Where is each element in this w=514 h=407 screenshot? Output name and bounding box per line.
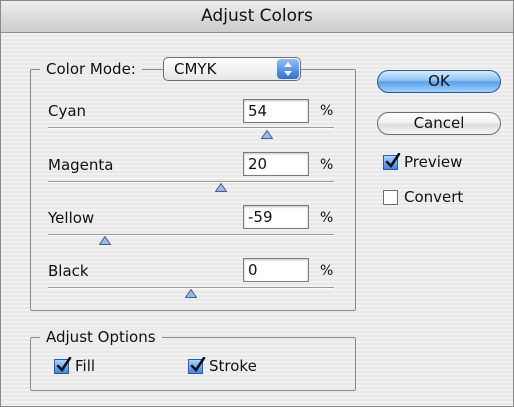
ok-button[interactable]: OK [377,70,501,93]
yellow-slider-track[interactable] [48,234,334,236]
convert-label[interactable]: Convert [404,188,463,206]
adjust-colors-dialog: Adjust Colors Color Mode: CMYK Cyan 54 %… [0,0,514,407]
adjust-options-title: Adjust Options [40,328,162,346]
yellow-label: Yellow [48,209,95,227]
stroke-label[interactable]: Stroke [209,357,257,375]
magenta-slider-thumb[interactable] [215,183,227,192]
magenta-input[interactable]: 20 [243,152,309,176]
color-mode-label: Color Mode: [40,60,142,78]
magenta-percent: % [320,157,334,173]
black-percent: % [320,263,334,279]
magenta-label: Magenta [48,156,114,174]
black-input[interactable]: 0 [243,258,309,282]
cyan-percent: % [320,103,334,119]
dialog-title: Adjust Colors [1,1,513,33]
checkmark-icon [56,357,72,373]
color-mode-select[interactable]: CMYK [163,57,301,81]
fill-label[interactable]: Fill [75,357,95,375]
convert-checkbox[interactable] [383,190,398,205]
checkmark-icon [190,357,206,373]
cyan-slider-track[interactable] [48,127,334,129]
checkmark-icon [385,153,401,169]
select-arrows-icon [277,59,299,79]
black-label: Black [48,262,89,280]
yellow-input[interactable]: -59 [243,205,309,229]
cancel-button[interactable]: Cancel [377,112,501,135]
cyan-slider-thumb[interactable] [261,130,273,139]
color-mode-value: CMYK [174,60,217,78]
yellow-percent: % [320,210,334,226]
magenta-slider-track[interactable] [48,181,334,183]
yellow-slider-thumb[interactable] [99,236,111,245]
black-slider-thumb[interactable] [185,289,197,298]
cyan-label: Cyan [48,102,87,120]
preview-checkbox[interactable] [383,153,401,170]
cyan-input[interactable]: 54 [243,99,309,123]
fill-checkbox[interactable] [54,357,72,374]
stroke-checkbox[interactable] [188,357,206,374]
preview-label[interactable]: Preview [404,153,462,171]
